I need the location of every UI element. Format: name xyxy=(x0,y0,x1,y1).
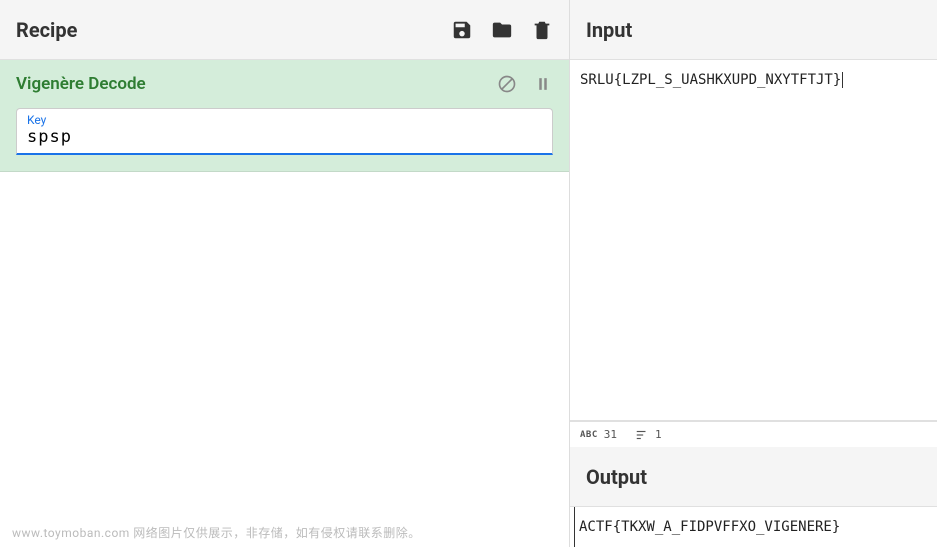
pause-icon[interactable] xyxy=(533,74,553,94)
operation-card: Vigenère Decode Key xyxy=(0,60,569,172)
input-status-bar: ABC 31 1 xyxy=(570,421,937,447)
char-count-value: 31 xyxy=(604,428,617,441)
output-title: Output xyxy=(586,465,647,489)
input-header: Input xyxy=(570,0,937,60)
line-count-icon xyxy=(635,428,649,442)
watermark-text: www.toymoban.com 网络图片仅供展示，非存储，如有侵权请联系删除。 xyxy=(0,518,569,547)
key-label: Key xyxy=(27,113,542,127)
line-count-value: 1 xyxy=(655,428,662,441)
output-textarea[interactable]: ACTF{TKXW_A_FIDPVFFXO_VIGENERE} xyxy=(574,507,937,547)
char-count-icon: ABC xyxy=(580,430,598,440)
output-header: Output xyxy=(570,447,937,507)
key-field[interactable]: Key xyxy=(16,108,553,155)
folder-icon[interactable] xyxy=(491,19,513,41)
recipe-title: Recipe xyxy=(16,18,77,42)
recipe-body xyxy=(0,172,569,518)
input-title: Input xyxy=(586,18,632,42)
save-icon[interactable] xyxy=(451,19,473,41)
input-textarea[interactable]: SRLU{LZPL_S_UASHKXUPD_NXYTFTJT} xyxy=(570,60,937,421)
disable-icon[interactable] xyxy=(497,74,517,94)
key-input[interactable] xyxy=(27,127,542,147)
recipe-header: Recipe xyxy=(0,0,569,60)
delete-icon[interactable] xyxy=(531,19,553,41)
operation-name: Vigenère Decode xyxy=(16,74,146,94)
